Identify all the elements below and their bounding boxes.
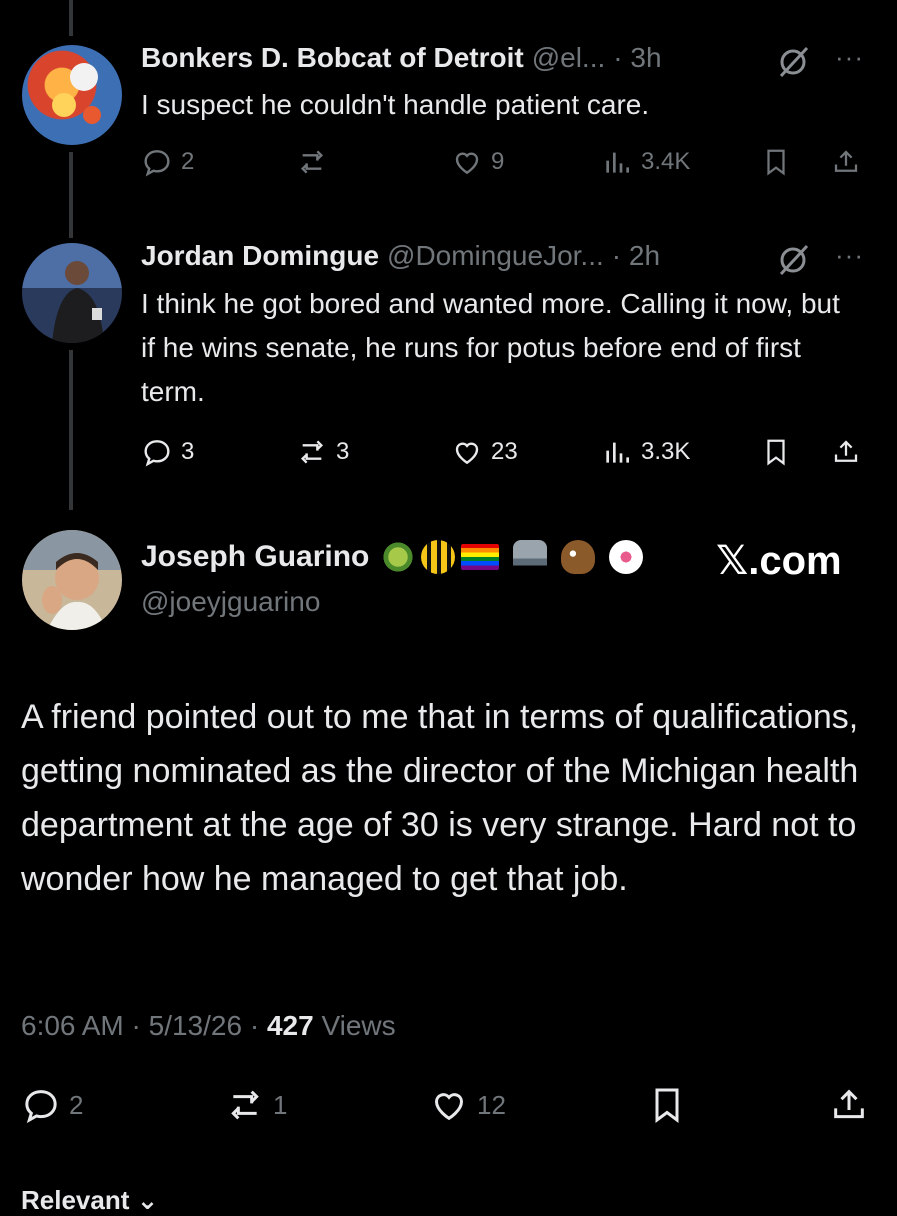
reply-button[interactable]: 2 xyxy=(141,146,296,178)
like-count: 9 xyxy=(491,148,505,175)
grok-icon[interactable] xyxy=(775,242,811,278)
main-header: Joseph Guarino xyxy=(141,540,644,574)
reply-icon xyxy=(144,440,170,467)
share-button[interactable] xyxy=(829,1085,869,1125)
bookmark-icon xyxy=(767,439,785,466)
views-count: 427 xyxy=(266,1010,314,1041)
avatar[interactable] xyxy=(22,243,122,343)
reply-count: 3 xyxy=(181,438,195,465)
repost-button[interactable] xyxy=(296,146,451,178)
views-button[interactable]: 3.4K xyxy=(601,146,761,178)
avatar[interactable] xyxy=(22,530,122,630)
bookmark-button[interactable] xyxy=(647,1085,687,1125)
more-options-icon[interactable]: ··· xyxy=(835,42,864,73)
bee-emoji-icon xyxy=(421,540,456,574)
sort-relevant-dropdown[interactable]: Relevant ⌄ xyxy=(21,1185,158,1216)
post-time[interactable]: 6:06 AM xyxy=(21,1010,124,1041)
repost-count: 3 xyxy=(336,438,350,465)
repost-icon xyxy=(300,440,324,464)
timestamp[interactable]: · 3h xyxy=(613,42,661,74)
views-icon xyxy=(606,152,629,173)
repost-button[interactable]: 3 xyxy=(296,436,451,468)
like-button[interactable]: 12 xyxy=(429,1085,506,1125)
like-count: 12 xyxy=(477,1089,506,1120)
share-icon xyxy=(834,1089,864,1119)
tweet-actions: 3 3 23 3.3K xyxy=(141,436,875,468)
repost-count: 1 xyxy=(273,1089,288,1120)
heart-icon xyxy=(455,152,479,175)
bookmark-icon xyxy=(655,1088,679,1123)
naruto-icon xyxy=(609,540,644,574)
repost-icon xyxy=(300,150,324,174)
dragon-emoji-icon xyxy=(381,540,416,574)
like-count: 23 xyxy=(491,438,518,465)
repost-icon xyxy=(231,1090,259,1120)
reply-button[interactable]: 2 xyxy=(21,1085,83,1125)
tweet-text: I think he got bored and wanted more. Ca… xyxy=(141,288,840,407)
heart-icon xyxy=(434,1093,464,1121)
thread-line-1 xyxy=(69,152,73,238)
share-icon xyxy=(834,440,858,462)
tweet-text: I suspect he couldn't handle patient car… xyxy=(141,89,650,120)
bookmark-icon xyxy=(767,149,785,176)
tweet-actions: 2 9 3.4K xyxy=(141,146,875,178)
grok-icon[interactable] xyxy=(775,44,811,80)
repost-button[interactable]: 1 xyxy=(225,1085,287,1125)
avatar[interactable] xyxy=(22,45,122,145)
views-icon xyxy=(606,442,629,463)
tweet-text: A friend pointed out to me that in terms… xyxy=(21,698,859,898)
reply-count: 2 xyxy=(181,148,195,175)
handle[interactable]: @joeyjguarino xyxy=(141,586,320,618)
tweet-meta: 6:06 AM · 5/13/26 · 427 Views xyxy=(21,1010,396,1041)
reply-button[interactable]: 3 xyxy=(141,436,296,468)
more-options-icon[interactable]: ··· xyxy=(835,240,864,271)
handle[interactable]: @el... xyxy=(532,42,606,74)
tweet-header: Bonkers D. Bobcat of Detroit @el... · 3h xyxy=(141,42,662,74)
views-count: 3.4K xyxy=(641,148,691,175)
display-name[interactable]: Jordan Domingue xyxy=(141,240,379,272)
like-button[interactable]: 9 xyxy=(451,146,601,178)
share-icon xyxy=(834,150,858,172)
reply-count: 2 xyxy=(69,1089,84,1120)
share-button[interactable] xyxy=(831,437,861,467)
share-button[interactable] xyxy=(831,147,861,177)
reply-icon xyxy=(144,150,170,177)
reply-icon xyxy=(25,1090,57,1124)
views-label: Views xyxy=(321,1010,396,1041)
x-brand-label: 𝕏.com xyxy=(716,539,842,583)
timestamp[interactable]: · 2h xyxy=(612,240,660,272)
thread-line-2 xyxy=(69,350,73,510)
owl-icon xyxy=(561,540,596,574)
views-button[interactable]: 3.3K xyxy=(601,436,761,468)
views-count: 3.3K xyxy=(641,438,691,465)
heart-icon xyxy=(455,442,479,465)
bookmark-button[interactable] xyxy=(761,147,831,177)
bookmark-button[interactable] xyxy=(761,437,831,467)
main-tweet-actions: 2 1 12 xyxy=(21,1085,869,1125)
post-date[interactable]: 5/13/26 xyxy=(149,1010,242,1041)
rainbow-flag-icon xyxy=(461,544,500,570)
like-button[interactable]: 23 xyxy=(451,436,601,468)
tweet-header: Jordan Domingue @DomingueJor... · 2h xyxy=(141,240,660,272)
handle[interactable]: @DomingueJor... xyxy=(387,240,604,272)
tram-icon xyxy=(513,540,548,574)
display-name[interactable]: Joseph Guarino xyxy=(141,540,369,574)
thread-line-top xyxy=(69,0,73,36)
display-name[interactable]: Bonkers D. Bobcat of Detroit xyxy=(141,42,524,74)
